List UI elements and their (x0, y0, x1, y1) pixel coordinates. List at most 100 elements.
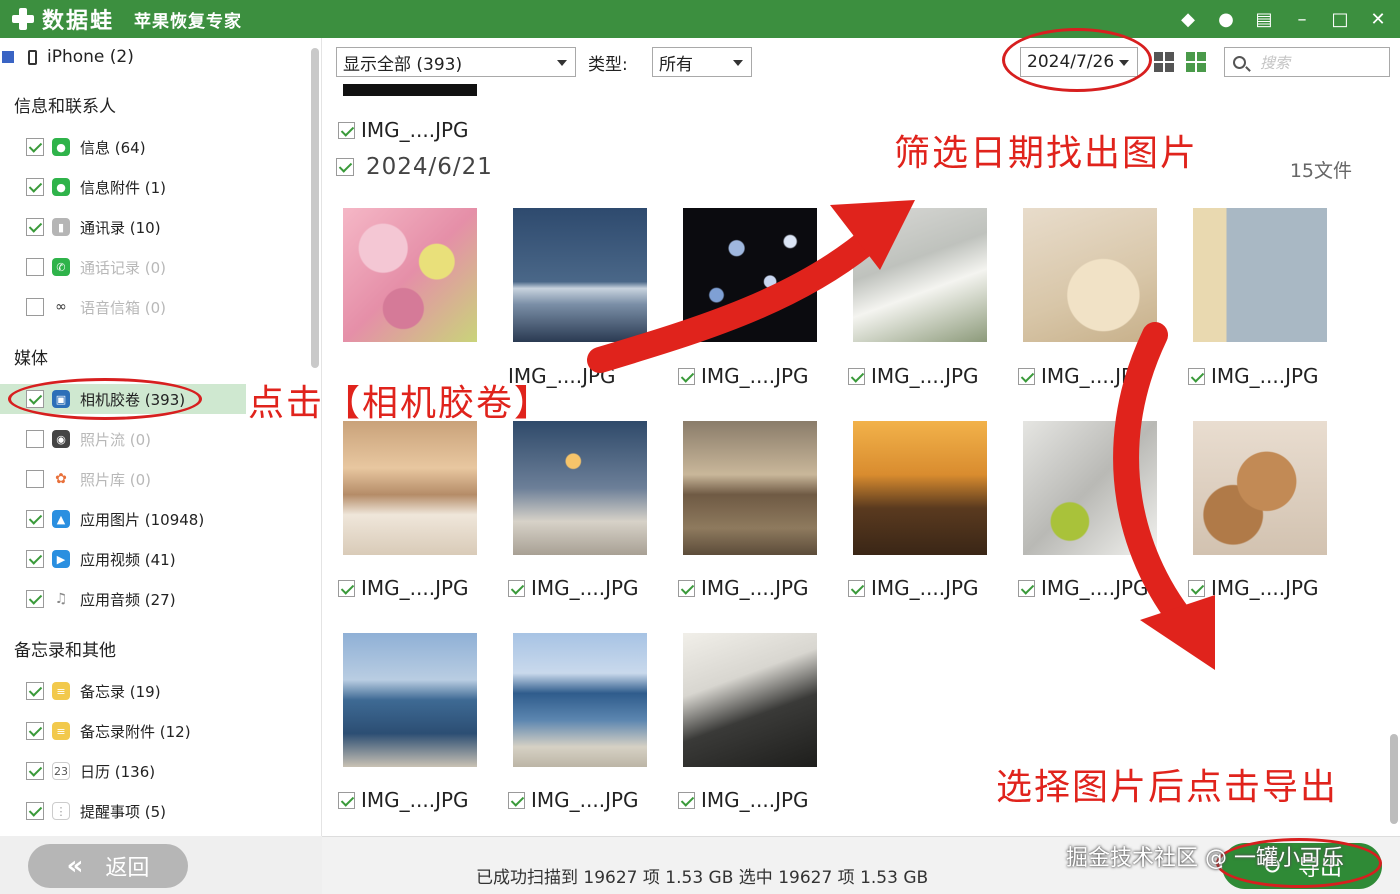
checkbox[interactable] (26, 258, 44, 276)
close-icon[interactable]: ✕ (1366, 9, 1390, 30)
file-caption[interactable]: IMG_....JPG (678, 788, 809, 812)
file-caption[interactable]: IMG_....JPG (848, 364, 979, 388)
photo-thumbnail[interactable] (853, 208, 987, 342)
file-caption[interactable]: IMG_....JPG (508, 576, 639, 600)
checkbox[interactable] (1018, 367, 1035, 385)
sidebar-item-app-audio[interactable]: ♫ 应用音频 (27) (26, 584, 176, 614)
photo-thumbnail[interactable] (343, 208, 477, 342)
checkbox[interactable] (848, 367, 865, 385)
checkbox[interactable] (508, 579, 525, 597)
checkbox[interactable] (678, 791, 695, 809)
back-button[interactable]: « 返回 (28, 844, 188, 888)
photo-thumbnail[interactable] (683, 633, 817, 767)
maximize-icon[interactable]: □ (1328, 9, 1352, 30)
photo-thumbnail[interactable] (1023, 421, 1157, 555)
checkbox[interactable] (26, 762, 44, 780)
device-row[interactable]: iPhone (2) (0, 42, 134, 72)
checkbox[interactable] (1188, 367, 1205, 385)
file-name: IMG_....JPG (361, 576, 469, 600)
photo-thumbnail[interactable] (683, 208, 817, 342)
file-caption[interactable]: IMG_....JPG (1018, 576, 1149, 600)
sidebar-item-call-history[interactable]: ✆ 通话记录 (0) (26, 252, 166, 282)
photo-thumbnail[interactable] (1023, 208, 1157, 342)
photo-thumbnail[interactable] (1193, 421, 1327, 555)
minimize-icon[interactable]: – (1290, 9, 1314, 30)
sidebar-item-calendar[interactable]: 23 日历 (136) (26, 756, 155, 786)
sidebar-item-photo-library[interactable]: ✿ 照片库 (0) (26, 464, 151, 494)
chevron-down-icon (557, 60, 567, 66)
file-caption[interactable]: IMG_....JPG (508, 788, 639, 812)
large-grid-view-icon[interactable] (1154, 52, 1174, 72)
checkbox[interactable] (26, 802, 44, 820)
device-checkbox[interactable] (2, 51, 14, 63)
checkbox[interactable] (26, 682, 44, 700)
content-scrollbar[interactable] (1390, 734, 1398, 824)
checkbox[interactable] (26, 178, 44, 196)
sidebar-footer: « 返回 (0, 836, 322, 894)
checkbox[interactable] (848, 579, 865, 597)
checkbox[interactable] (338, 121, 355, 139)
sidebar-item-photo-stream[interactable]: ◉ 照片流 (0) (26, 424, 151, 454)
checkbox[interactable] (26, 298, 44, 316)
photo-thumbnail[interactable] (513, 633, 647, 767)
search-icon (1233, 55, 1246, 69)
sidebar-item-notes[interactable]: ≡ 备忘录 (19) (26, 676, 161, 706)
sidebar-item-message-attachments[interactable]: ● 信息附件 (1) (26, 172, 166, 202)
checkbox[interactable] (26, 218, 44, 236)
photo-thumbnail-partial[interactable] (343, 84, 477, 96)
sidebar-item-app-photos[interactable]: ▲ 应用图片 (10948) (26, 504, 204, 534)
photo-thumbnail[interactable] (683, 421, 817, 555)
file-name: IMG_....JPG (531, 788, 639, 812)
display-filter-dropdown[interactable]: 显示全部 (393) (336, 47, 576, 77)
sidebar-item-reminders[interactable]: ⋮ 提醒事项 (5) (26, 796, 166, 826)
checkbox[interactable] (336, 158, 354, 176)
photo-thumbnail[interactable] (513, 421, 647, 555)
photo-thumbnail[interactable] (513, 208, 647, 342)
checkbox[interactable] (26, 550, 44, 568)
sidebar-scrollbar[interactable] (311, 48, 319, 368)
chat-bubble-icon[interactable]: ● (1214, 9, 1238, 30)
checkbox[interactable] (26, 722, 44, 740)
annotation-select-export: 选择图片后点击导出 (996, 767, 1339, 808)
checkbox[interactable] (1188, 579, 1205, 597)
sidebar-item-label: 日历 (136) (80, 762, 156, 781)
diamond-icon[interactable]: ◆ (1176, 9, 1200, 30)
photo-thumbnail[interactable] (343, 421, 477, 555)
checkbox[interactable] (338, 791, 355, 809)
date-group-header[interactable]: 2024/6/21 (336, 154, 493, 180)
type-dropdown[interactable]: 所有 (652, 47, 752, 77)
sidebar-item-app-videos[interactable]: ▶ 应用视频 (41) (26, 544, 176, 574)
checkbox[interactable] (678, 367, 695, 385)
file-name: IMG_....JPG (871, 364, 979, 388)
file-caption[interactable]: IMG_....JPG (848, 576, 979, 600)
file-caption[interactable]: IMG_....JPG (678, 576, 809, 600)
checkbox[interactable] (26, 510, 44, 528)
calendar-icon: 23 (52, 762, 70, 780)
file-caption[interactable]: IMG_....JPG (338, 788, 469, 812)
file-caption[interactable]: IMG_....JPG (1018, 364, 1149, 388)
feedback-icon[interactable]: ▤ (1252, 9, 1276, 30)
photo-thumbnail[interactable] (1193, 208, 1327, 342)
checkbox[interactable] (338, 579, 355, 597)
checkbox[interactable] (26, 470, 44, 488)
checkbox[interactable] (1018, 579, 1035, 597)
sidebar-item-notes-attachments[interactable]: ≡ 备忘录附件 (12) (26, 716, 191, 746)
checkbox[interactable] (26, 430, 44, 448)
checkbox[interactable] (26, 590, 44, 608)
file-caption[interactable]: IMG_....JPG (1188, 576, 1319, 600)
sidebar-item-contacts[interactable]: ▮ 通讯录 (10) (26, 212, 161, 242)
app-photo-icon: ▲ (52, 510, 70, 528)
photo-thumbnail[interactable] (343, 633, 477, 767)
small-grid-view-icon[interactable] (1186, 52, 1206, 72)
sidebar-item-voicemail[interactable]: ∞ 语音信箱 (0) (26, 292, 166, 322)
photo-thumbnail[interactable] (853, 421, 987, 555)
sidebar-item-messages[interactable]: ● 信息 (64) (26, 132, 146, 162)
checkbox[interactable] (26, 138, 44, 156)
file-caption[interactable]: IMG_....JPG (338, 118, 469, 142)
checkbox[interactable] (678, 579, 695, 597)
checkbox[interactable] (508, 791, 525, 809)
file-caption[interactable]: IMG_....JPG (678, 364, 809, 388)
search-box[interactable]: 搜索 (1224, 47, 1390, 77)
file-caption[interactable]: IMG_....JPG (1188, 364, 1319, 388)
file-caption[interactable]: IMG_....JPG (338, 576, 469, 600)
